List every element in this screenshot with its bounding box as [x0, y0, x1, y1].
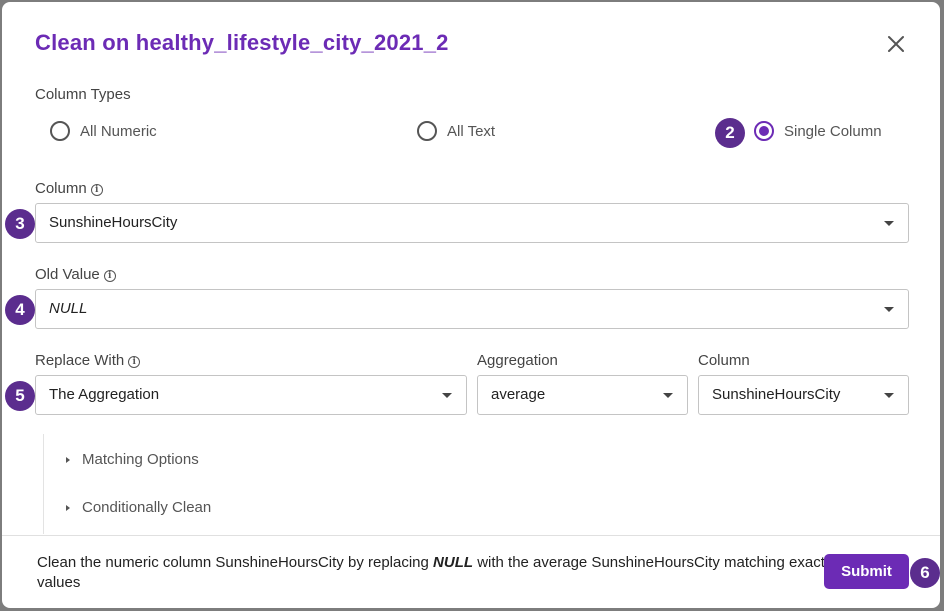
aggregation-select-value: average: [491, 386, 546, 403]
clean-dialog: Clean on healthy_lifestyle_city_2021_2 C…: [2, 2, 940, 608]
conditionally-clean-toggle[interactable]: Conditionally Clean: [66, 499, 211, 516]
step-badge-2: 2: [715, 118, 745, 148]
radio-button[interactable]: [417, 121, 437, 141]
radio-all-numeric[interactable]: All Numeric: [50, 121, 157, 141]
chevron-down-icon: [442, 393, 452, 398]
info-icon: i: [90, 184, 103, 196]
info-icon: i: [103, 270, 116, 282]
replace-with-label: Replace With i: [35, 352, 141, 369]
aggregation-label: Aggregation: [477, 352, 558, 369]
radio-button-selected[interactable]: [754, 121, 774, 141]
column-types-label: Column Types: [35, 86, 131, 103]
caret-right-icon: [66, 504, 70, 511]
dialog-title: Clean on healthy_lifestyle_city_2021_2: [35, 30, 449, 55]
old-value-select[interactable]: NULL: [35, 289, 909, 329]
agg-column-select[interactable]: SunshineHoursCity: [698, 375, 909, 415]
step-badge-5: 5: [5, 381, 35, 411]
description-text-1: Clean the numeric column SunshineHoursCi…: [37, 554, 434, 571]
replace-with-label-text: Replace With: [35, 352, 125, 369]
replace-with-select-value: The Aggregation: [49, 386, 160, 403]
column-select-value: SunshineHoursCity: [49, 214, 178, 231]
step-badge-4: 4: [5, 295, 35, 325]
radio-label: All Text: [447, 122, 496, 140]
options-divider: [43, 434, 44, 534]
agg-column-label: Column: [698, 352, 750, 369]
chevron-down-icon: [884, 307, 894, 312]
radio-label: Single Column: [784, 122, 882, 140]
matching-options-label: Matching Options: [82, 451, 199, 468]
step-badge-6: 6: [910, 558, 940, 588]
radio-all-text[interactable]: All Text: [417, 121, 495, 141]
agg-column-select-value: SunshineHoursCity: [712, 386, 841, 403]
column-select[interactable]: SunshineHoursCity: [35, 203, 909, 243]
old-value-label: Old Value i: [35, 266, 116, 283]
radio-label: All Numeric: [80, 122, 157, 140]
close-button[interactable]: [884, 32, 908, 56]
submit-button[interactable]: Submit: [824, 554, 909, 589]
chevron-down-icon: [884, 221, 894, 226]
old-value-label-text: Old Value: [35, 266, 100, 283]
description-emphasis: NULL: [433, 554, 474, 571]
column-label: Column i: [35, 180, 103, 197]
chevron-down-icon: [884, 393, 894, 398]
clean-description: Clean the numeric column SunshineHoursCi…: [37, 553, 827, 593]
step-badge-3: 3: [5, 209, 35, 239]
aggregation-select[interactable]: average: [477, 375, 688, 415]
column-label-text: Column: [35, 180, 87, 197]
caret-right-icon: [66, 456, 70, 463]
replace-with-select[interactable]: The Aggregation: [35, 375, 467, 415]
radio-single-column[interactable]: Single Column: [754, 121, 882, 141]
footer-divider: [2, 535, 940, 536]
radio-button[interactable]: [50, 121, 70, 141]
close-icon: [888, 36, 904, 52]
info-icon: i: [128, 356, 141, 368]
chevron-down-icon: [663, 393, 673, 398]
conditionally-clean-label: Conditionally Clean: [82, 499, 212, 516]
matching-options-toggle[interactable]: Matching Options: [66, 451, 199, 468]
old-value-select-value: NULL: [49, 300, 88, 317]
